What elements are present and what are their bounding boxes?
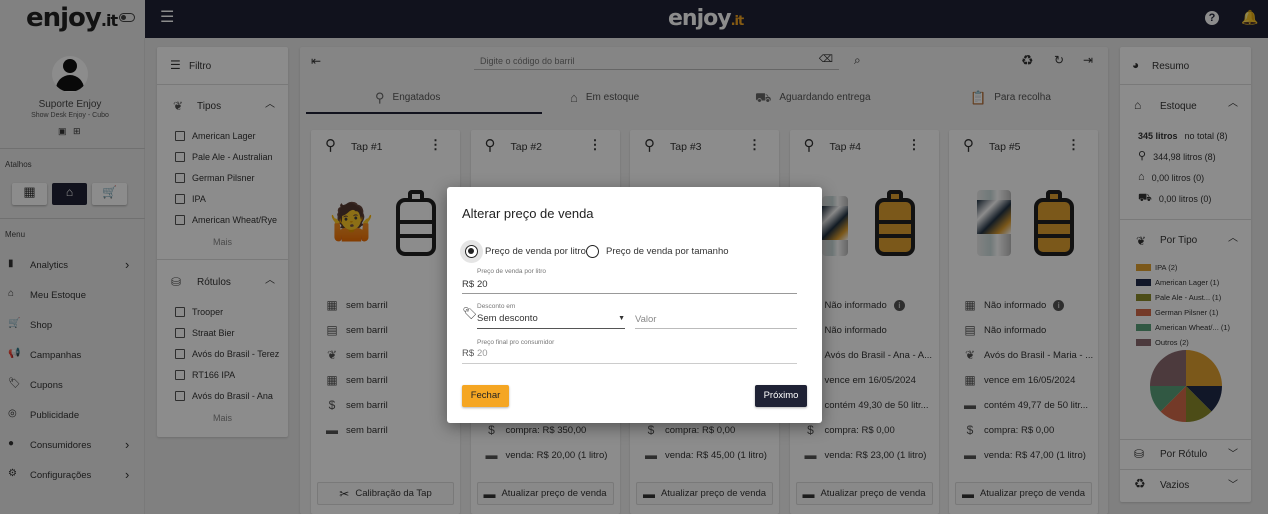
value-input[interactable]: Valor <box>635 314 656 325</box>
radio-per-liter[interactable]: Preço de venda por litro <box>465 245 586 258</box>
radio-checked-icon <box>465 245 478 258</box>
final-price-field: R$ 20 <box>462 348 488 359</box>
discount-field-label: Desconto em <box>477 303 516 310</box>
final-price-label: Preço final pro consumidor <box>477 339 555 346</box>
close-button[interactable]: Fechar <box>462 385 509 407</box>
discount-select[interactable]: Sem desconto ▼ <box>477 313 625 327</box>
price-field[interactable]: R$ 20 <box>462 277 797 293</box>
final-price-value: 20 <box>477 348 488 359</box>
radio-unchecked-icon <box>586 245 599 258</box>
discount-icon: 🏷 <box>462 306 478 320</box>
price-value: 20 <box>477 279 488 290</box>
next-button[interactable]: Próximo <box>755 385 807 407</box>
dialog-title: Alterar preço de venda <box>462 206 594 221</box>
radio-per-size[interactable]: Preço de venda por tamanho <box>586 245 729 258</box>
price-field-label: Preço de venda por litro <box>477 268 547 275</box>
price-dialog: Alterar preço de venda Preço de venda po… <box>447 187 822 423</box>
caret-down-icon: ▼ <box>618 315 625 322</box>
